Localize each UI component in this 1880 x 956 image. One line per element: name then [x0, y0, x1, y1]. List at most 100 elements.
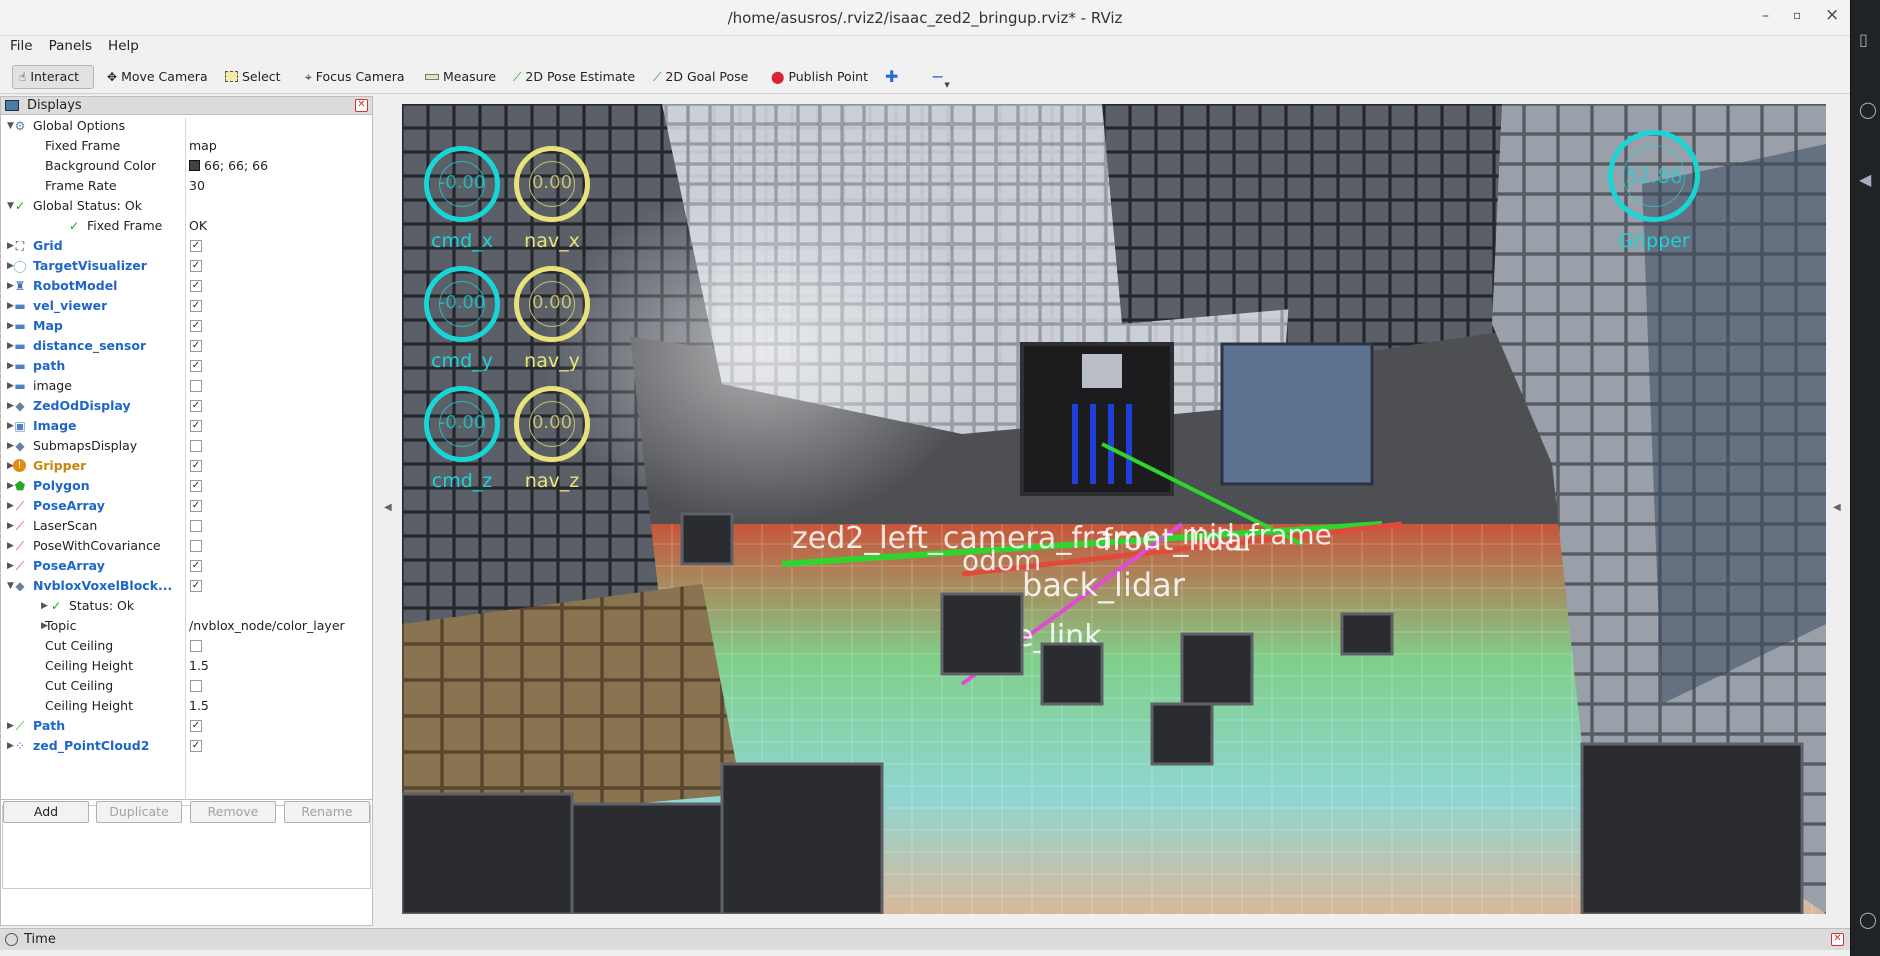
display-row[interactable]: ▶ ▬ distance_sensor ✓ [1, 337, 372, 355]
property-value[interactable]: map [189, 138, 217, 153]
display-row[interactable]: ▶ ▬ vel_viewer ✓ [1, 297, 372, 315]
enable-checkbox[interactable]: ✓ [190, 740, 202, 752]
3d-viewport[interactable]: zed2_left_camera_frame base_link back_li… [402, 104, 1826, 914]
enable-checkbox[interactable]: ✓ [190, 260, 202, 272]
tool-2d-goal-pose[interactable]: ⟋ 2D Goal Pose [646, 65, 755, 89]
property-value[interactable]: 1.5 [189, 658, 209, 673]
maximize-icon[interactable]: ▫ [1793, 8, 1801, 22]
enable-checkbox[interactable] [190, 380, 202, 392]
enable-checkbox[interactable]: ✓ [190, 300, 202, 312]
menu-help[interactable]: Help [98, 36, 145, 54]
folder-icon: ▬ [14, 339, 26, 353]
enable-checkbox[interactable]: ✓ [190, 320, 202, 332]
remove-button[interactable]: Remove [190, 801, 276, 823]
enable-checkbox[interactable]: ✓ [190, 400, 202, 412]
display-label: TargetVisualizer [33, 258, 147, 273]
close-icon[interactable]: × [1825, 5, 1839, 25]
folder-icon: ▬ [14, 319, 26, 333]
enable-checkbox[interactable] [190, 680, 202, 692]
display-row[interactable]: ▶ ▣ Image ✓ [1, 417, 372, 435]
display-row[interactable]: Cut Ceiling [1, 677, 372, 695]
display-row[interactable]: ▶ ⛶ Grid ✓ [1, 237, 372, 255]
display-row[interactable]: ▶ ⟋ PoseArray ✓ [1, 557, 372, 575]
menu-bar: File Panels Help [0, 36, 1850, 58]
display-row[interactable]: ▶ ✓ Status: Ok [1, 597, 372, 615]
display-row[interactable]: ▼ ⚙ Global Options [1, 117, 372, 135]
add-tool-icon: ✚ [885, 67, 899, 86]
enable-checkbox[interactable]: ✓ [190, 420, 202, 432]
property-value[interactable]: OK [189, 218, 207, 233]
display-row[interactable]: Cut Ceiling [1, 637, 372, 655]
display-label: Grid [33, 238, 63, 253]
display-row[interactable]: Fixed Frame map [1, 137, 372, 155]
display-row[interactable]: ▶ ⁘ zed_PointCloud2 ✓ [1, 737, 372, 755]
collapse-arrow-icon[interactable]: ▶ [41, 597, 48, 615]
left-splitter[interactable]: ◀ [374, 96, 402, 926]
tool-measure[interactable]: Measure [418, 65, 503, 89]
display-row[interactable]: Ceiling Height 1.5 [1, 697, 372, 715]
add-button[interactable]: Add [3, 801, 89, 823]
display-row[interactable]: ▶ ⟋ LaserScan [1, 517, 372, 535]
enable-checkbox[interactable]: ✓ [190, 500, 202, 512]
property-value[interactable]: /nvblox_node/color_layer [189, 618, 345, 633]
tool-interact[interactable]: ☝ Interact [12, 65, 94, 89]
display-row[interactable]: ▶ ▬ path ✓ [1, 357, 372, 375]
enable-checkbox[interactable] [190, 440, 202, 452]
property-value[interactable]: 66; 66; 66 [204, 158, 268, 173]
menu-panels[interactable]: Panels [39, 36, 98, 54]
tool-move-camera[interactable]: ✥ Move Camera [100, 65, 215, 89]
display-row[interactable]: ▶! Gripper ✓ [1, 457, 372, 475]
display-row[interactable]: ▶ ▬ image [1, 377, 372, 395]
display-row[interactable]: ▶ ⟋ PoseArray ✓ [1, 497, 372, 515]
duplicate-button[interactable]: Duplicate [96, 801, 182, 823]
enable-checkbox[interactable]: ✓ [190, 480, 202, 492]
diamond-icon: ◆ [15, 399, 25, 413]
display-row[interactable]: ▶ ◆ SubmapsDisplay [1, 437, 372, 455]
display-row[interactable]: ▶ ▬ Map ✓ [1, 317, 372, 335]
enable-checkbox[interactable]: ✓ [190, 580, 202, 592]
display-row[interactable]: ▶ ⟋ Path ✓ [1, 717, 372, 735]
color-swatch[interactable] [189, 160, 200, 171]
enable-checkbox[interactable]: ✓ [190, 240, 202, 252]
minimize-icon[interactable]: – [1762, 8, 1769, 24]
display-row[interactable]: ▼ ◆ NvbloxVoxelBlock... ✓ [1, 577, 372, 595]
tool-2d-pose-estimate[interactable]: ⟋ 2D Pose Estimate [506, 65, 642, 89]
display-row[interactable]: ▶ ⬟ Polygon ✓ [1, 477, 372, 495]
tool-focus-camera[interactable]: ⌖ Focus Camera [298, 65, 412, 89]
ring-icon: ◯ [1859, 910, 1877, 929]
property-value[interactable]: 30 [189, 178, 205, 193]
enable-checkbox[interactable]: ✓ [190, 720, 202, 732]
enable-checkbox[interactable] [190, 540, 202, 552]
display-row[interactable]: ▶ Topic/nvblox_node/color_layer [1, 617, 372, 635]
right-splitter[interactable]: ◀ [1828, 96, 1850, 926]
enable-checkbox[interactable]: ✓ [190, 360, 202, 372]
display-row[interactable]: ▼ ✓ Global Status: Ok [1, 197, 372, 215]
display-row[interactable]: Background Color 66; 66; 66 [1, 157, 372, 175]
display-row[interactable]: ▶ ◆ ZedOdDisplay ✓ [1, 397, 372, 415]
display-row[interactable]: Ceiling Height 1.5 [1, 657, 372, 675]
enable-checkbox[interactable]: ✓ [190, 560, 202, 572]
rename-button[interactable]: Rename [284, 801, 370, 823]
tool-publish-point[interactable]: ⬤ Publish Point [764, 65, 875, 89]
enable-checkbox[interactable]: ✓ [190, 280, 202, 292]
remove-tool-button[interactable]: −▼ [924, 65, 957, 89]
property-value[interactable]: 1.5 [189, 698, 209, 713]
collapse-left-icon[interactable]: ◀ [384, 502, 392, 513]
enable-checkbox[interactable]: ✓ [190, 460, 202, 472]
menu-file[interactable]: File [0, 36, 39, 54]
display-row[interactable]: ✓ Fixed Frame OK [1, 217, 372, 235]
enable-checkbox[interactable]: ✓ [190, 340, 202, 352]
display-row[interactable]: ▶ ⟋ PoseWithCovariance [1, 537, 372, 555]
collapse-right-icon[interactable]: ◀ [1833, 502, 1841, 513]
display-row[interactable]: Frame Rate 30 [1, 177, 372, 195]
display-row[interactable]: ▶ ♜ RobotModel ✓ [1, 277, 372, 295]
add-tool-button[interactable]: ✚ [878, 65, 905, 89]
time-panel-close-icon[interactable]: ✕ [1831, 933, 1844, 946]
tool-select[interactable]: Select [218, 65, 288, 89]
display-row[interactable]: ▶ ◯ TargetVisualizer ✓ [1, 257, 372, 275]
display-label: Cut Ceiling [45, 678, 114, 693]
pointcloud-icon: ⁘ [14, 739, 26, 753]
enable-checkbox[interactable] [190, 640, 202, 652]
enable-checkbox[interactable] [190, 520, 202, 532]
panel-close-icon[interactable]: ✕ [355, 99, 368, 112]
